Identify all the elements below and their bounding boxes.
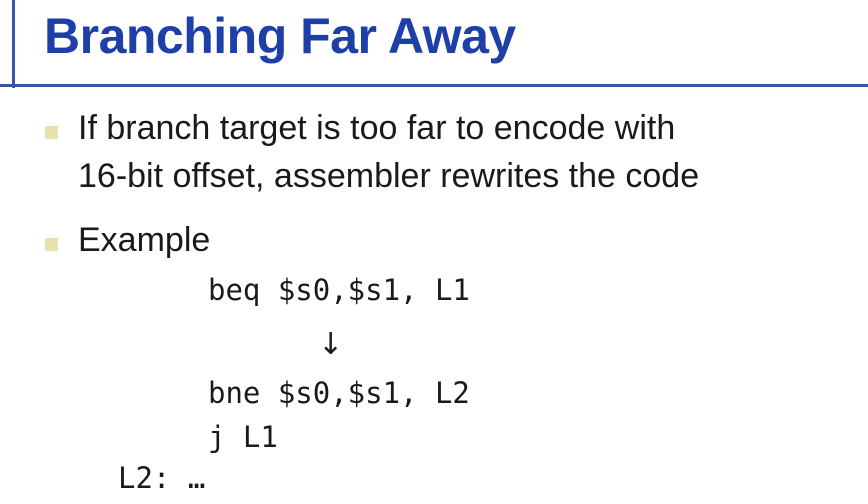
code-line-bne: bne $s0,$s1, L2 xyxy=(208,376,470,410)
bullet-text-2: Example xyxy=(78,216,210,264)
code-line-jump: j L1 xyxy=(208,420,278,454)
bullet-1-line-1: If branch target is too far to encode wi… xyxy=(78,109,676,147)
bullet-2-line-1: Example xyxy=(78,221,211,259)
slide-title: Branching Far Away xyxy=(44,8,516,64)
bullet-1-line-2: 16-bit offset, assembler rewrites the co… xyxy=(78,157,700,195)
bullet-text-1: If branch target is too far to encode wi… xyxy=(78,104,699,200)
code-line-label: L2: … xyxy=(118,461,206,495)
title-horizontal-rule xyxy=(0,84,868,87)
slide: Branching Far Away If branch target is t… xyxy=(0,0,868,504)
code-line-beq: beq $s0,$s1, L1 xyxy=(208,273,470,307)
title-vertical-rule xyxy=(12,0,15,88)
bullet-marker-1 xyxy=(45,126,58,139)
bullet-marker-2 xyxy=(45,238,58,251)
down-arrow-icon: ↓ xyxy=(318,327,344,362)
